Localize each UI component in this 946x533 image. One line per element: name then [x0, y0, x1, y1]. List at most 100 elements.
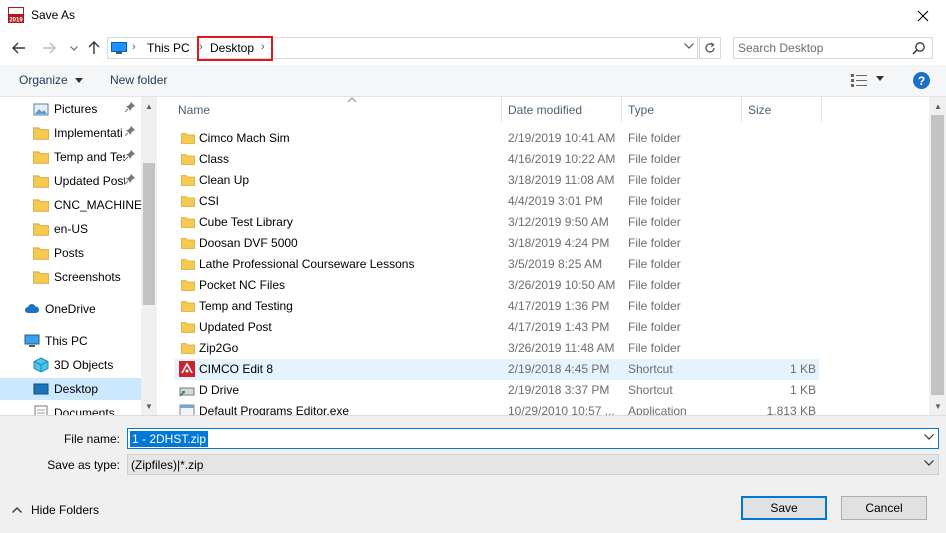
sidebar-item-desktop[interactable]: Desktop — [0, 378, 141, 400]
column-header-name[interactable]: Name — [172, 97, 502, 122]
file-row[interactable]: D Drive 2/19/2018 3:37 PM Shortcut 1 KB — [174, 380, 819, 401]
type-cell: File folder — [628, 131, 681, 145]
sidebar-item-pictures[interactable]: Pictures — [0, 98, 141, 120]
new-folder-button[interactable]: New folder — [110, 73, 167, 87]
chevron-down-icon — [924, 460, 934, 466]
application-icon — [179, 404, 195, 415]
organize-button[interactable]: Organize — [19, 73, 84, 87]
save-as-type-select[interactable]: (Zipfiles)|*.zip — [127, 454, 939, 475]
sidebar-item-updated-post[interactable]: Updated Post — [0, 170, 141, 192]
chevron-down-icon — [70, 45, 78, 51]
navigation-scrollbar[interactable]: ▲ ▼ — [141, 97, 157, 415]
folder-icon — [33, 271, 49, 284]
change-view-dropdown[interactable] — [876, 73, 884, 83]
scrollbar-thumb[interactable] — [931, 115, 944, 395]
forward-button[interactable] — [41, 40, 57, 56]
folder-icon — [33, 175, 49, 188]
address-bar[interactable]: › This PC › Desktop › — [107, 37, 698, 59]
sidebar-item-cnc-machines[interactable]: CNC_MACHINES — [0, 194, 141, 216]
back-button[interactable] — [11, 40, 27, 56]
breadcrumb-this-pc[interactable]: This PC — [147, 41, 190, 55]
sidebar-item-posts[interactable]: Posts — [0, 242, 141, 264]
address-dropdown-button[interactable] — [684, 41, 694, 52]
recent-locations-button[interactable] — [66, 40, 82, 56]
up-button[interactable] — [86, 40, 102, 56]
view-details-icon[interactable] — [851, 74, 867, 87]
save-button[interactable]: Save — [741, 496, 827, 520]
folder-row[interactable]: CSI 4/4/2019 3:01 PM File folder — [174, 191, 819, 212]
cancel-button[interactable]: Cancel — [841, 496, 927, 520]
date-modified-cell: 3/18/2019 4:24 PM — [508, 236, 610, 250]
pin-icon — [124, 150, 135, 163]
breadcrumb-highlight-box — [197, 36, 273, 61]
sidebar-item-label: Pictures — [54, 102, 98, 116]
sidebar-item-label: CNC_MACHINES — [54, 198, 141, 212]
search-box[interactable] — [733, 37, 933, 59]
type-cell: File folder — [628, 320, 681, 334]
sidebar-item-onedrive[interactable]: OneDrive — [0, 298, 141, 320]
scrollbar-thumb[interactable] — [143, 163, 155, 305]
sidebar-item-screenshots[interactable]: Screenshots — [0, 266, 141, 288]
sidebar-item-this-pc[interactable]: This PC — [0, 330, 141, 352]
file-name-input[interactable]: 1 - 2DHST.zip — [127, 428, 939, 449]
type-cell: Application — [628, 404, 687, 415]
save-as-type-dropdown[interactable] — [924, 458, 934, 469]
arrow-up-icon — [88, 41, 100, 54]
sidebar-item-documents[interactable]: Documents — [0, 402, 141, 415]
chevron-down-icon — [75, 78, 84, 84]
folder-row[interactable]: Clean Up 3/18/2019 11:08 AM File folder — [174, 170, 819, 191]
column-header-date[interactable]: Date modified — [502, 97, 622, 122]
pictures-icon — [33, 103, 49, 116]
folder-row[interactable]: Updated Post 4/17/2019 1:43 PM File folder — [174, 317, 819, 338]
pin-icon — [124, 126, 135, 139]
folder-icon — [181, 280, 195, 291]
file-row[interactable]: Default Programs Editor.exe 10/29/2010 10… — [174, 401, 819, 415]
file-name-cell: Lathe Professional Courseware Lessons — [199, 257, 415, 271]
desktop-icon — [33, 383, 49, 395]
help-icon[interactable]: ? — [913, 72, 930, 89]
sidebar-item-temp-and-tes[interactable]: Temp and Tes — [0, 146, 141, 168]
date-modified-cell: 10/29/2010 10:57 ... — [508, 404, 615, 415]
column-header-type[interactable]: Type — [622, 97, 742, 122]
file-name-cell: Temp and Testing — [199, 299, 293, 313]
folder-row[interactable]: Class 4/16/2019 10:22 AM File folder — [174, 149, 819, 170]
folder-row[interactable]: Lathe Professional Courseware Lessons 3/5… — [174, 254, 819, 275]
folder-row[interactable]: Pocket NC Files 3/26/2019 10:50 AM File fo… — [174, 275, 819, 296]
scroll-down-arrow[interactable]: ▼ — [141, 399, 157, 413]
type-cell: File folder — [628, 173, 681, 187]
sidebar-item-3d-objects[interactable]: 3D Objects — [0, 354, 141, 376]
date-modified-cell: 3/18/2019 11:08 AM — [508, 173, 615, 187]
folder-row[interactable]: Temp and Testing 4/17/2019 1:36 PM File fo… — [174, 296, 819, 317]
folder-row[interactable]: Cimco Mach Sim 2/19/2019 10:41 AM File fol… — [174, 128, 819, 149]
close-button[interactable] — [900, 0, 946, 31]
date-modified-cell: 3/26/2019 11:48 AM — [508, 341, 615, 355]
file-name-cell: Updated Post — [199, 320, 272, 334]
sidebar-item-en-us[interactable]: en-US — [0, 218, 141, 240]
file-row[interactable]: CIMCO Edit 8 2/19/2018 4:45 PM Shortcut 1 K… — [174, 359, 819, 380]
scroll-up-arrow[interactable]: ▲ — [141, 99, 157, 113]
scroll-up-arrow[interactable]: ▲ — [930, 99, 946, 113]
type-cell: File folder — [628, 152, 681, 166]
arrow-right-icon — [43, 42, 56, 54]
file-name-value[interactable]: 1 - 2DHST.zip — [130, 431, 209, 447]
sidebar-item-label: This PC — [45, 334, 88, 348]
file-name-cell: Cimco Mach Sim — [199, 131, 290, 145]
file-name-dropdown[interactable] — [924, 432, 934, 443]
folder-row[interactable]: Doosan DVF 5000 3/18/2019 4:24 PM File fol… — [174, 233, 819, 254]
search-input[interactable] — [738, 40, 908, 56]
cloud-icon — [25, 304, 40, 313]
folder-row[interactable]: Zip2Go 3/26/2019 11:48 AM File folder — [174, 338, 819, 359]
file-list-scrollbar[interactable]: ▲ ▼ — [929, 97, 946, 415]
file-name-cell: D Drive — [199, 383, 240, 397]
column-header-size[interactable]: Size — [742, 97, 822, 122]
folder-icon — [33, 247, 49, 260]
refresh-button[interactable] — [699, 37, 721, 59]
sidebar-item-implementati[interactable]: Implementati — [0, 122, 141, 144]
scroll-down-arrow[interactable]: ▼ — [930, 399, 946, 413]
save-as-type-label: Save as type: — [47, 458, 120, 472]
drive-shortcut-icon — [179, 387, 195, 397]
date-modified-cell: 4/17/2019 1:43 PM — [508, 320, 610, 334]
file-name-cell: Zip2Go — [199, 341, 239, 355]
size-cell: 1 KB — [789, 362, 816, 376]
folder-row[interactable]: Cube Test Library 3/12/2019 9:50 AM File f… — [174, 212, 819, 233]
